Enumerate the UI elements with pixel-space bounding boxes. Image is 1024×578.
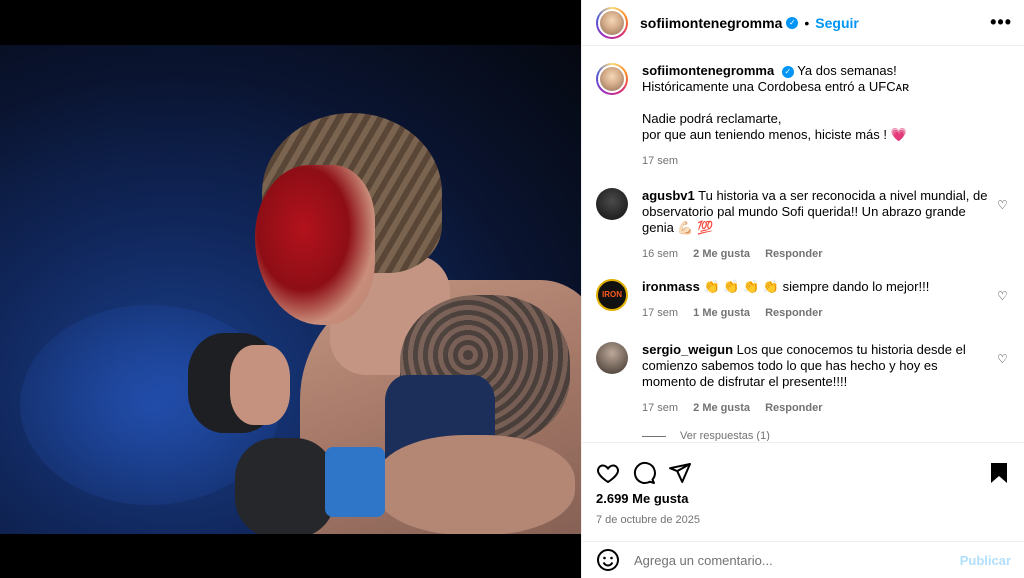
comment-time[interactable]: 17 sem — [642, 307, 678, 319]
comments-list[interactable]: sofiimontenegromma ✓ Ya dos semanas! His… — [582, 47, 1024, 441]
likes-count[interactable]: 2.699 Me gusta — [582, 491, 1024, 506]
caption-time[interactable]: 17 sem — [642, 155, 678, 167]
comment-item: sergio_weigun Los que conocemos tu histo… — [596, 342, 1011, 416]
share-icon[interactable] — [668, 461, 692, 485]
photo-face — [255, 165, 375, 325]
author-username[interactable]: sofiimontenegromma — [640, 15, 782, 31]
caption-line: Nadie podrá reclamarte, — [642, 111, 782, 126]
view-replies-label: Ver respuestas (1) — [680, 430, 770, 441]
view-replies-button[interactable]: Ver respuestas (1) — [642, 430, 770, 441]
post-date[interactable]: 7 de octubre de 2025 — [582, 514, 1024, 526]
separator-dot: • — [804, 14, 810, 31]
caption-line: por que aun teniendo menos, hiciste más … — [642, 127, 907, 142]
comment-like-icon[interactable]: ♡ — [997, 198, 1009, 212]
photo-glove-right — [235, 438, 335, 534]
author-avatar[interactable] — [596, 6, 628, 39]
comment-item: IRON ironmass 👏 👏 👏 👏 siempre dando lo m… — [596, 279, 1011, 321]
caption-avatar[interactable] — [596, 63, 628, 95]
comment-time[interactable]: 17 sem — [642, 402, 678, 414]
caption-username[interactable]: sofiimontenegromma — [642, 63, 774, 78]
publish-button[interactable]: Publicar — [960, 553, 1011, 568]
reply-button[interactable]: Responder — [765, 307, 822, 319]
reply-button[interactable]: Responder — [765, 402, 822, 414]
caption-line: Históricamente una Cordobesa entró a UFC… — [642, 79, 910, 94]
commenter-avatar[interactable]: IRON — [596, 279, 628, 311]
comment-like-icon[interactable]: ♡ — [997, 289, 1009, 303]
verified-icon: ✓ — [781, 65, 794, 78]
post-modal: sofiimontenegromma ✓ • Seguir ••• sofiim… — [0, 0, 1024, 578]
caption: sofiimontenegromma ✓ Ya dos semanas! His… — [596, 63, 1011, 169]
photo-arm — [375, 435, 575, 534]
more-options-icon[interactable]: ••• — [990, 12, 1012, 33]
heart-icon[interactable] — [596, 461, 620, 485]
emoji-icon[interactable] — [596, 548, 620, 572]
post-header: sofiimontenegromma ✓ • Seguir ••• — [582, 0, 1024, 46]
replies-divider — [642, 435, 666, 437]
comment-time[interactable]: 16 sem — [642, 248, 678, 260]
comment-like-icon[interactable]: ♡ — [997, 352, 1009, 366]
comment-item: agusbv1 Tu historia va a ser reconocida … — [596, 188, 1011, 262]
post-panel: sofiimontenegromma ✓ • Seguir ••• sofiim… — [581, 0, 1024, 578]
comment-username[interactable]: sergio_weigun — [642, 342, 733, 357]
verified-icon: ✓ — [786, 16, 799, 29]
comment-likes[interactable]: 1 Me gusta — [693, 307, 750, 319]
photo-hand-wrap — [325, 447, 385, 517]
post-media — [0, 0, 581, 578]
commenter-avatar[interactable] — [596, 342, 628, 374]
bookmark-icon[interactable] — [987, 461, 1011, 485]
post-photo[interactable] — [0, 45, 581, 534]
post-actions: 2.699 Me gusta 7 de octubre de 2025 — [582, 442, 1024, 542]
comment-text: 👏 👏 👏 👏 siempre dando lo mejor!!! — [703, 279, 930, 294]
comment-likes[interactable]: 2 Me gusta — [693, 402, 750, 414]
comment-input[interactable]: Agrega un comentario... — [634, 553, 960, 568]
photo-fist — [230, 345, 290, 425]
follow-button[interactable]: Seguir — [815, 15, 859, 31]
comment-username[interactable]: agusbv1 — [642, 188, 695, 203]
comment-username[interactable]: ironmass — [642, 279, 700, 294]
caption-line: Ya dos semanas! — [797, 63, 897, 78]
comment-icon[interactable] — [632, 461, 656, 485]
commenter-avatar[interactable] — [596, 188, 628, 220]
comment-likes[interactable]: 2 Me gusta — [693, 248, 750, 260]
reply-button[interactable]: Responder — [765, 248, 822, 260]
comment-composer: Agrega un comentario... Publicar — [582, 541, 1024, 578]
